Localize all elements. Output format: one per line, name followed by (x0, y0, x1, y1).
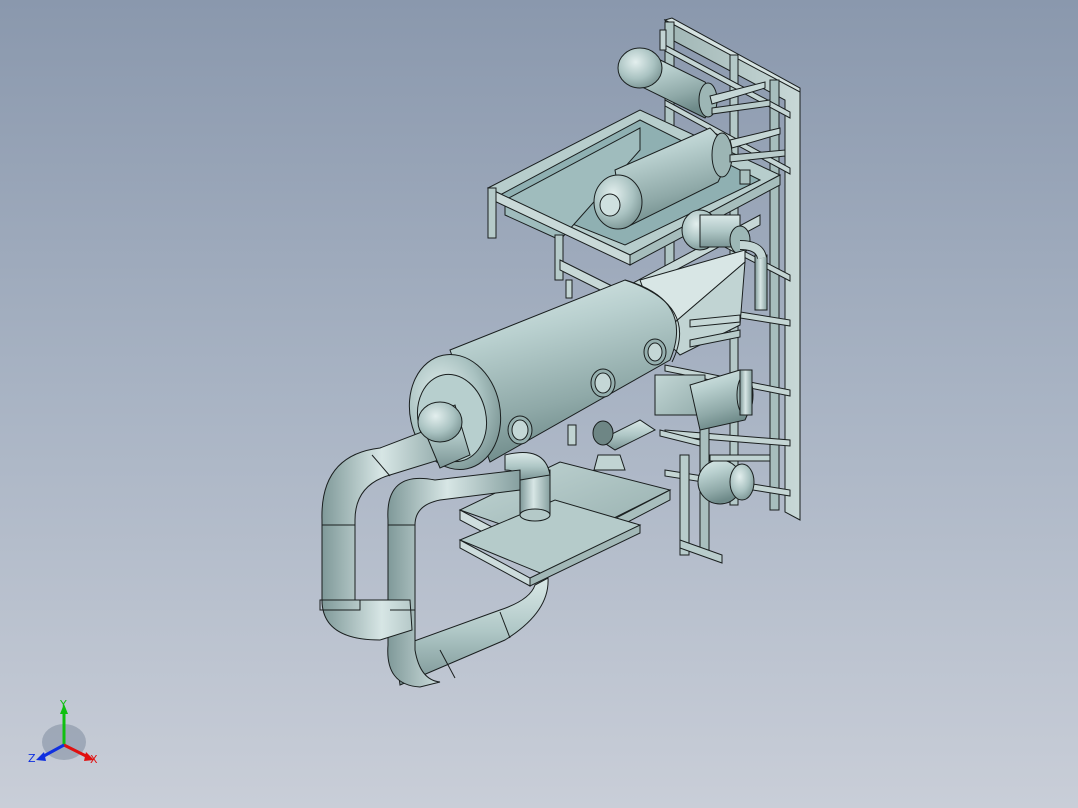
x-axis-label: X (90, 753, 98, 766)
coordinate-triad[interactable]: Y X Z (28, 698, 98, 766)
coordinate-triad-icon (36, 704, 94, 761)
y-axis-label: Y (59, 698, 67, 711)
model-canvas[interactable]: Y X Z (0, 0, 1078, 808)
cad-viewport[interactable]: Y X Z (0, 0, 1078, 808)
z-axis-label: Z (28, 752, 36, 765)
